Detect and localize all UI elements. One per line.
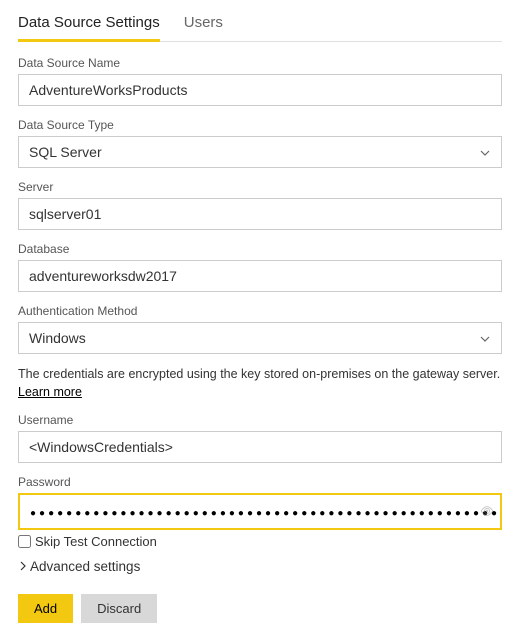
database-label: Database xyxy=(18,242,502,256)
password-masked-value: ●●●●●●●●●●●●●●●●●●●●●●●●●●●●●●●●●●●●●●●●… xyxy=(30,508,502,519)
chevron-down-icon xyxy=(479,332,491,344)
auth-method-value: Windows xyxy=(29,330,86,346)
server-input[interactable] xyxy=(18,198,502,230)
skip-test-connection-label: Skip Test Connection xyxy=(35,534,157,549)
button-row: Add Discard xyxy=(18,594,502,623)
credentials-info-text: The credentials are encrypted using the … xyxy=(18,366,502,401)
reveal-password-icon[interactable] xyxy=(480,504,494,520)
tab-users[interactable]: Users xyxy=(184,8,223,42)
username-input[interactable] xyxy=(18,431,502,463)
add-button[interactable]: Add xyxy=(18,594,73,623)
password-input[interactable]: ●●●●●●●●●●●●●●●●●●●●●●●●●●●●●●●●●●●●●●●●… xyxy=(18,493,502,530)
tab-data-source-settings[interactable]: Data Source Settings xyxy=(18,8,160,42)
username-label: Username xyxy=(18,413,502,427)
data-source-name-input[interactable] xyxy=(18,74,502,106)
advanced-settings-label: Advanced settings xyxy=(30,559,140,574)
chevron-down-icon xyxy=(479,146,491,158)
data-source-type-label: Data Source Type xyxy=(18,118,502,132)
discard-button[interactable]: Discard xyxy=(81,594,157,623)
auth-method-label: Authentication Method xyxy=(18,304,502,318)
learn-more-link[interactable]: Learn more xyxy=(18,385,82,399)
server-label: Server xyxy=(18,180,502,194)
data-source-type-select[interactable]: SQL Server xyxy=(18,136,502,168)
skip-test-connection-checkbox[interactable] xyxy=(18,535,31,548)
advanced-settings-toggle[interactable]: Advanced settings xyxy=(18,559,502,574)
auth-method-select[interactable]: Windows xyxy=(18,322,502,354)
data-source-type-value: SQL Server xyxy=(29,144,102,160)
data-source-name-label: Data Source Name xyxy=(18,56,502,70)
chevron-right-icon xyxy=(18,559,28,574)
password-label: Password xyxy=(18,475,502,489)
tab-bar: Data Source Settings Users xyxy=(18,8,502,42)
database-input[interactable] xyxy=(18,260,502,292)
